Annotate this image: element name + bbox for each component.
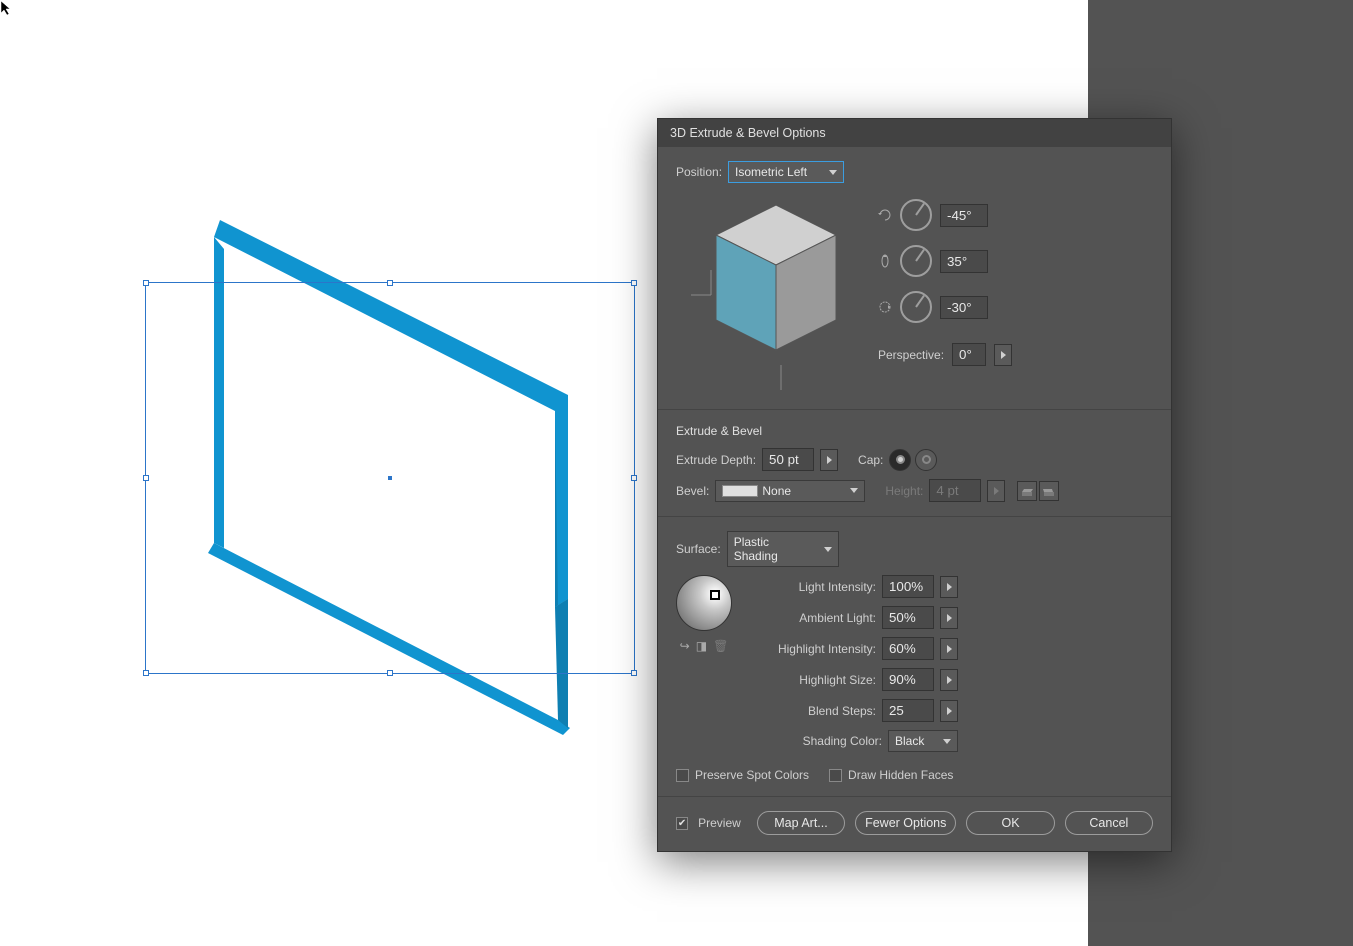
- chevron-right-icon: [994, 487, 999, 495]
- selection-handle[interactable]: [143, 670, 149, 676]
- shading-color-dropdown[interactable]: Black: [888, 730, 958, 752]
- extrude-bevel-dialog: 3D Extrude & Bevel Options Position: Iso…: [657, 118, 1172, 852]
- delete-light-icon: 🗑: [713, 639, 728, 653]
- selection-handle[interactable]: [631, 475, 637, 481]
- bevel-height-input: [929, 479, 981, 502]
- surface-dropdown[interactable]: Plastic Shading: [727, 531, 839, 567]
- cancel-button[interactable]: Cancel: [1065, 811, 1153, 835]
- position-value: Isometric Left: [735, 165, 807, 179]
- rotation-z-dial[interactable]: [900, 291, 932, 323]
- preview-label: Preview: [698, 816, 741, 830]
- chevron-right-icon: [947, 676, 952, 684]
- blend-steps-stepper[interactable]: [940, 700, 958, 722]
- light-sphere-preview[interactable]: [676, 575, 732, 631]
- chevron-right-icon: [947, 645, 952, 653]
- bevel-extent-in-button: [1017, 481, 1037, 501]
- shading-color-label: Shading Color:: [772, 734, 882, 748]
- selection-handle[interactable]: [143, 280, 149, 286]
- preserve-spot-label: Preserve Spot Colors: [695, 768, 809, 782]
- light-intensity-stepper[interactable]: [940, 576, 958, 598]
- preserve-spot-checkbox[interactable]: [676, 769, 689, 782]
- rotation-y-dial[interactable]: [900, 245, 932, 277]
- extruded-3d-shape[interactable]: [150, 195, 590, 755]
- cap-off-button[interactable]: [915, 449, 937, 471]
- extrude-depth-stepper[interactable]: [820, 449, 838, 471]
- highlight-intensity-stepper[interactable]: [940, 638, 958, 660]
- ambient-light-stepper[interactable]: [940, 607, 958, 629]
- surface-value: Plastic Shading: [734, 535, 814, 563]
- position-dropdown[interactable]: Isometric Left: [728, 161, 844, 183]
- rotate-y-icon: [878, 254, 892, 268]
- ambient-light-input[interactable]: [882, 606, 934, 629]
- move-light-back-icon[interactable]: ↪: [680, 639, 690, 653]
- ambient-light-label: Ambient Light:: [766, 611, 876, 625]
- light-point-handle[interactable]: [710, 590, 720, 600]
- bevel-extent-out-button: [1039, 481, 1059, 501]
- extrude-depth-input[interactable]: [762, 448, 814, 471]
- bevel-value: None: [762, 484, 791, 498]
- light-intensity-input[interactable]: [882, 575, 934, 598]
- highlight-size-stepper[interactable]: [940, 669, 958, 691]
- perspective-label: Perspective:: [878, 348, 944, 362]
- selection-handle[interactable]: [143, 475, 149, 481]
- draw-hidden-checkbox[interactable]: [829, 769, 842, 782]
- surface-label: Surface:: [676, 542, 721, 556]
- bevel-height-label: Height:: [885, 484, 923, 498]
- bevel-dropdown[interactable]: None: [715, 480, 865, 502]
- dialog-title: 3D Extrude & Bevel Options: [658, 119, 1171, 147]
- rotation-cube-preview[interactable]: [676, 195, 846, 395]
- selection-handle[interactable]: [631, 670, 637, 676]
- chevron-right-icon: [947, 707, 952, 715]
- rotate-x-icon: [878, 208, 892, 222]
- rotation-y-input[interactable]: [940, 250, 988, 273]
- cap-hollow-icon: [922, 455, 931, 464]
- highlight-size-input[interactable]: [882, 668, 934, 691]
- perspective-stepper[interactable]: [994, 344, 1012, 366]
- cap-label: Cap:: [858, 453, 883, 467]
- chevron-down-icon: [829, 170, 837, 175]
- rotation-z-input[interactable]: [940, 296, 988, 319]
- perspective-input[interactable]: [952, 343, 986, 366]
- ok-button[interactable]: OK: [966, 811, 1054, 835]
- cursor-icon: [0, 0, 16, 19]
- extrude-depth-label: Extrude Depth:: [676, 453, 756, 467]
- rotate-z-icon: [878, 300, 892, 314]
- cap-on-button[interactable]: [889, 449, 911, 471]
- extrude-bevel-section-title: Extrude & Bevel: [676, 424, 1153, 438]
- bevel-swatch-icon: [722, 485, 758, 497]
- draw-hidden-label: Draw Hidden Faces: [848, 768, 953, 782]
- rotation-x-dial[interactable]: .dial::after{transform:translateX(-50%) …: [900, 199, 932, 231]
- chevron-down-icon: [850, 488, 858, 493]
- bevel-height-stepper: [987, 480, 1005, 502]
- highlight-intensity-label: Highlight Intensity:: [766, 642, 876, 656]
- cap-filled-icon: [896, 455, 905, 464]
- highlight-size-label: Highlight Size:: [766, 673, 876, 687]
- chevron-right-icon: [947, 614, 952, 622]
- fewer-options-button[interactable]: Fewer Options: [855, 811, 956, 835]
- blend-steps-label: Blend Steps:: [766, 704, 876, 718]
- chevron-right-icon: [827, 456, 832, 464]
- bevel-label: Bevel:: [676, 484, 709, 498]
- position-label: Position:: [676, 165, 722, 179]
- rotation-x-input[interactable]: [940, 204, 988, 227]
- blend-steps-input[interactable]: [882, 699, 934, 722]
- selection-handle[interactable]: [631, 280, 637, 286]
- chevron-down-icon: [824, 547, 832, 552]
- new-light-icon[interactable]: ◨: [696, 639, 707, 653]
- chevron-right-icon: [947, 583, 952, 591]
- map-art-button[interactable]: Map Art...: [757, 811, 845, 835]
- preview-checkbox[interactable]: [676, 817, 688, 830]
- highlight-intensity-input[interactable]: [882, 637, 934, 660]
- light-intensity-label: Light Intensity:: [766, 580, 876, 594]
- shading-color-value: Black: [895, 734, 924, 748]
- chevron-down-icon: [943, 739, 951, 744]
- chevron-right-icon: [1001, 351, 1006, 359]
